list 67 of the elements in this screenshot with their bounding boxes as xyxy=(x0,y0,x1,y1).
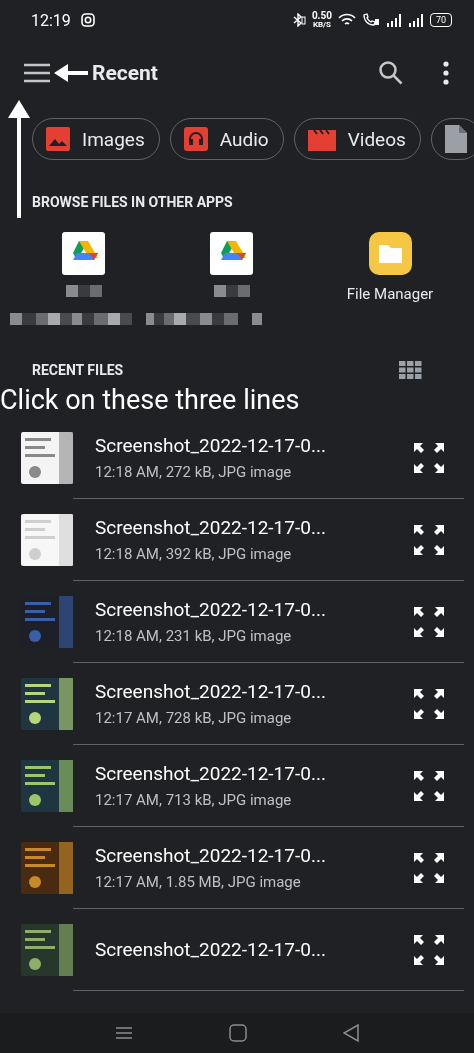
file-row[interactable]: Screenshot_2022-12-17-0... 12:18 AM, 231 kB, JPG image xyxy=(0,581,474,663)
section-title: RECENT FILES xyxy=(31,362,125,378)
wifi-call-icon xyxy=(362,13,380,27)
expand-icon xyxy=(414,688,444,719)
expand-icon xyxy=(414,606,444,637)
file-name: Screenshot_2022-12-17-0... xyxy=(95,844,326,867)
blurred-label xyxy=(213,285,250,297)
clapperboard-icon xyxy=(307,127,336,151)
expand-icon xyxy=(414,442,444,473)
file-name: Screenshot_2022-12-17-0... xyxy=(95,516,326,539)
folder-icon xyxy=(368,232,412,275)
file-details: 12:17 AM, 728 kB, JPG image xyxy=(95,709,293,727)
file-name: Screenshot_2022-12-17-0... xyxy=(95,598,326,621)
expand-icon xyxy=(414,524,444,555)
image-icon xyxy=(46,127,70,151)
annotation-text: Click on these three lines xyxy=(0,383,301,417)
file-row[interactable]: Screenshot_2022-12-17-0... 12:18 AM, 272 kB, JPG image xyxy=(0,417,474,499)
app-shortcut[interactable]: File Manager xyxy=(306,232,474,303)
drive-logo-icon xyxy=(210,232,253,275)
file-details: 12:18 AM, 272 kB, JPG image xyxy=(95,463,293,481)
expand-button[interactable] xyxy=(414,688,444,719)
instagram-icon xyxy=(80,13,95,27)
bluetooth-icon xyxy=(291,13,306,27)
file-name: Screenshot_2022-12-17-0... xyxy=(95,434,326,457)
blurred-label xyxy=(252,313,262,325)
headphones-icon xyxy=(183,127,208,151)
file-row[interactable]: Screenshot_2022-12-17-0... 12:17 AM, 1.85 MB, JPG image xyxy=(0,827,474,909)
expand-icon xyxy=(414,770,444,801)
file-row[interactable]: Screenshot_2022-12-17-0... 12:17 AM, 713 kB, JPG image xyxy=(0,745,474,827)
back-icon xyxy=(343,1024,359,1042)
grid-view-button[interactable] xyxy=(399,361,422,379)
clock: 12:19 xyxy=(31,10,71,30)
expand-button[interactable] xyxy=(414,934,444,965)
file-row[interactable]: Screenshot_2022-12-17-0... xyxy=(0,909,474,991)
search-button[interactable] xyxy=(378,60,404,86)
document-icon xyxy=(444,125,467,153)
menu-icon xyxy=(115,1026,133,1040)
menu-button[interactable] xyxy=(24,63,50,83)
more-options-button[interactable] xyxy=(442,61,450,85)
expand-button[interactable] xyxy=(414,770,444,801)
file-details: 12:18 AM, 231 kB, JPG image xyxy=(95,627,293,645)
expand-icon xyxy=(414,852,444,883)
expand-button[interactable] xyxy=(414,852,444,883)
file-row[interactable]: Screenshot_2022-12-17-0... 12:18 AM, 392 kB, JPG image xyxy=(0,499,474,581)
file-name: Screenshot_2022-12-17-0... xyxy=(95,938,326,961)
expand-icon xyxy=(414,934,444,965)
wifi-icon xyxy=(338,13,356,27)
battery-level: 70 xyxy=(430,13,452,27)
signal-icon xyxy=(386,13,402,27)
file-details: 12:17 AM, 1.85 MB, JPG image xyxy=(95,873,302,891)
file-row[interactable]: Screenshot_2022-12-17-0... 12:17 AM, 728 kB, JPG image xyxy=(0,663,474,745)
signal-icon xyxy=(408,13,424,27)
home-icon xyxy=(229,1024,247,1042)
section-title: BROWSE FILES IN OTHER APPS xyxy=(31,194,234,210)
expand-button[interactable] xyxy=(414,524,444,555)
screen-title: Recent xyxy=(92,61,158,85)
network-speed: 0.50 xyxy=(311,11,332,21)
speed-unit: KB/S xyxy=(312,21,331,29)
file-details: 12:18 AM, 392 kB, JPG image xyxy=(95,545,293,563)
drive-logo-icon xyxy=(62,232,105,275)
file-name: Screenshot_2022-12-17-0... xyxy=(95,680,326,703)
file-name: Screenshot_2022-12-17-0... xyxy=(95,762,326,785)
expand-button[interactable] xyxy=(414,442,444,473)
blurred-label xyxy=(65,285,102,297)
arrow xyxy=(54,63,88,83)
file-details: 12:17 AM, 713 kB, JPG image xyxy=(95,791,293,809)
expand-button[interactable] xyxy=(414,606,444,637)
